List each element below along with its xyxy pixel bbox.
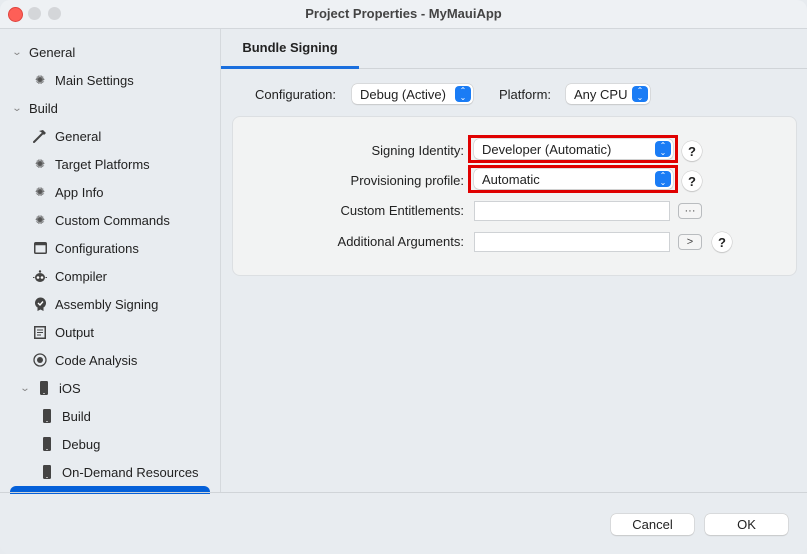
sidebar-item-label: Debug: [62, 436, 101, 452]
gear-icon: ✺: [34, 157, 46, 171]
custom-entitlements-label: Custom Entitlements:: [340, 203, 464, 218]
sidebar-item-label: Configurations: [55, 240, 139, 256]
sidebar-item-label: App Info: [55, 184, 104, 200]
sidebar-item-compiler[interactable]: Compiler: [33, 265, 107, 287]
signing-identity-select[interactable]: Developer (Automatic) ⌃ ⌄: [474, 139, 673, 159]
chevron-down-icon[interactable]: ⌄: [12, 103, 25, 114]
up-down-chevron-icon: ⌃ ⌄: [632, 86, 648, 102]
signing-identity-help-button[interactable]: ?: [682, 141, 702, 161]
badge-check-icon: [33, 297, 47, 311]
sidebar-item-build-general[interactable]: General: [33, 125, 101, 147]
custom-entitlements-input[interactable]: [474, 201, 670, 221]
sidebar-item-general-group[interactable]: ⌄ General: [12, 41, 76, 63]
sidebar-item-label: Custom Commands: [55, 212, 170, 228]
phone-icon: [40, 465, 54, 479]
additional-arguments-label: Additional Arguments:: [337, 234, 464, 249]
phone-icon: [40, 409, 54, 423]
sidebar-item-label: Target Platforms: [55, 156, 150, 172]
platform-value: Any CPU: [574, 86, 628, 102]
title-bar: Project Properties - MyMauiApp: [0, 0, 807, 29]
sidebar: ⌄ General ✺ Main Settings ⌄ Build Genera…: [0, 29, 221, 494]
sidebar-item-label: On-Demand Resources: [62, 464, 199, 480]
chevron-down-icon[interactable]: ⌄: [20, 383, 33, 394]
sidebar-item-on-demand-resources[interactable]: On-Demand Resources: [40, 461, 199, 483]
sidebar-item-assembly-signing[interactable]: Assembly Signing: [33, 293, 158, 315]
sidebar-item-label: Main Settings: [55, 72, 134, 88]
platform-label: Platform:: [499, 87, 552, 102]
gear-icon: ✺: [34, 185, 46, 199]
additional-arguments-input[interactable]: [474, 232, 670, 252]
sidebar-item-label: General: [55, 128, 102, 144]
cancel-button[interactable]: Cancel: [611, 514, 694, 535]
gear-icon: ✺: [34, 73, 46, 87]
sidebar-item-main-settings[interactable]: ✺ Main Settings: [33, 69, 134, 91]
sidebar-item-ios-debug[interactable]: Debug: [40, 433, 100, 455]
sidebar-item-label: Code Analysis: [55, 352, 138, 368]
sidebar-item-code-analysis[interactable]: Code Analysis: [33, 349, 137, 371]
tab-bundle-signing[interactable]: Bundle Signing: [221, 29, 359, 69]
sidebar-item-app-info[interactable]: ✺ App Info: [33, 181, 103, 203]
phone-icon: [40, 437, 54, 451]
window-icon: [33, 241, 47, 255]
sidebar-item-ios-group[interactable]: ⌄ iOS: [20, 377, 81, 399]
signing-identity-value: Developer (Automatic): [482, 141, 612, 157]
sidebar-item-label: General: [29, 44, 76, 60]
up-down-chevron-icon: ⌃ ⌄: [455, 86, 471, 102]
configuration-select[interactable]: Debug (Active) ⌃ ⌄: [352, 84, 473, 104]
browse-entitlements-button[interactable]: ···: [678, 203, 702, 219]
additional-arguments-menu-button[interactable]: >: [678, 234, 702, 250]
document-icon: [33, 325, 47, 339]
chevron-down-icon[interactable]: ⌄: [12, 47, 25, 58]
configuration-label: Configuration:: [255, 87, 336, 102]
window-title: Project Properties - MyMauiApp: [305, 6, 502, 21]
additional-arguments-help-button[interactable]: ?: [712, 232, 732, 252]
sidebar-item-output[interactable]: Output: [33, 321, 94, 343]
project-properties-window: Project Properties - MyMauiApp ⌄ General…: [0, 0, 807, 554]
sidebar-item-label: Output: [55, 324, 95, 340]
configuration-value: Debug (Active): [360, 86, 446, 102]
sidebar-item-target-platforms[interactable]: ✺ Target Platforms: [33, 153, 150, 175]
gear-icon: ✺: [34, 213, 46, 227]
dialog-footer: Cancel OK: [0, 492, 807, 554]
radio-icon: [33, 353, 47, 367]
provisioning-profile-label: Provisioning profile:: [350, 173, 464, 188]
sidebar-item-label: Build: [29, 100, 58, 116]
provisioning-profile-select[interactable]: Automatic ⌃ ⌄: [474, 169, 673, 189]
up-down-chevron-icon: ⌃ ⌄: [655, 141, 671, 157]
up-down-chevron-icon: ⌃ ⌄: [655, 171, 671, 187]
provisioning-profile-value: Automatic: [482, 171, 540, 187]
hammer-icon: [33, 129, 47, 143]
sidebar-item-build-group[interactable]: ⌄ Build: [12, 97, 58, 119]
platform-select[interactable]: Any CPU ⌃ ⌄: [566, 84, 650, 104]
provisioning-profile-help-button[interactable]: ?: [682, 171, 702, 191]
sidebar-item-configurations[interactable]: Configurations: [33, 237, 139, 259]
sidebar-item-label: Build: [62, 408, 91, 424]
tab-bar: Bundle Signing: [221, 29, 807, 69]
main-content: Bundle Signing Configuration: Debug (Act…: [221, 29, 807, 492]
sidebar-item-ios-build[interactable]: Build: [40, 405, 91, 427]
sidebar-item-label: Assembly Signing: [55, 296, 159, 312]
sidebar-item-label: iOS: [59, 380, 81, 396]
signing-settings-panel: Signing Identity: Developer (Automatic) …: [232, 116, 797, 276]
phone-icon: [37, 381, 51, 395]
signing-identity-label: Signing Identity:: [371, 143, 464, 158]
sidebar-item-custom-commands[interactable]: ✺ Custom Commands: [33, 209, 170, 231]
sidebar-item-label: Compiler: [55, 268, 108, 284]
robot-icon: [33, 269, 47, 283]
ok-button[interactable]: OK: [705, 514, 788, 535]
